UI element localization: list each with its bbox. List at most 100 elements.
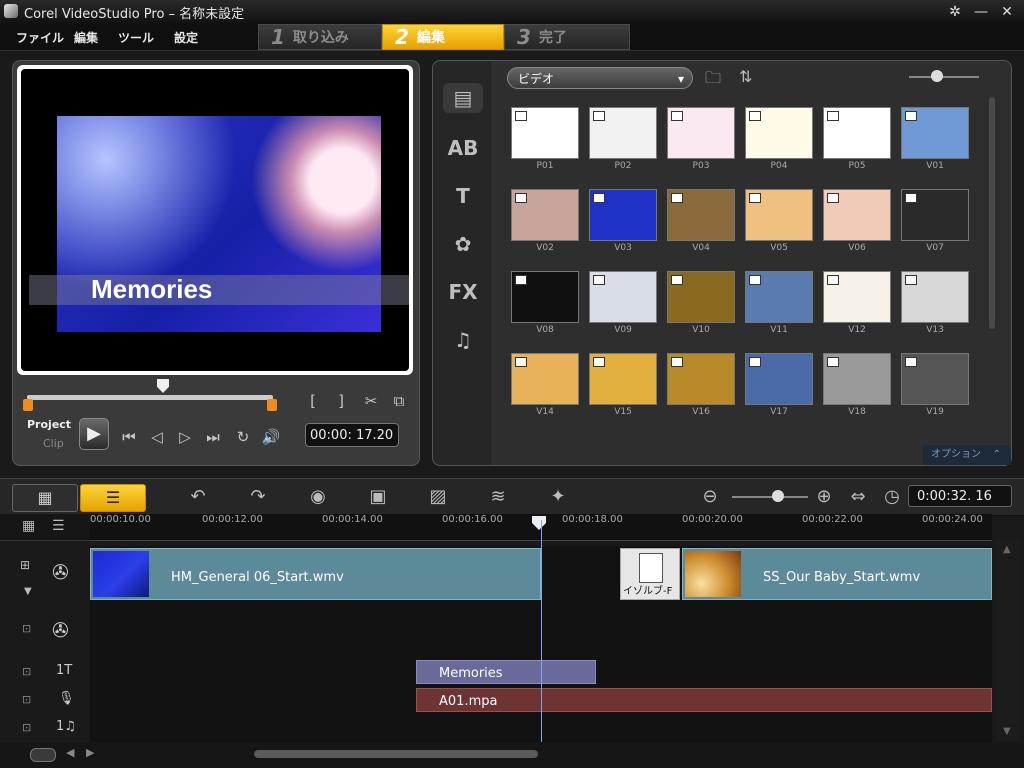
volume-icon[interactable]: 🔊 [261, 427, 281, 447]
mode-clip[interactable]: Clip [43, 437, 64, 450]
video-clip[interactable]: HM_General 06_Start.wmv [90, 548, 541, 600]
fit-project-icon[interactable]: ⇔ [844, 485, 872, 509]
timeline-horizontal-scrollbar[interactable] [254, 750, 538, 758]
library-thumbnail[interactable] [823, 353, 891, 405]
scissors-icon[interactable]: ✂ [361, 391, 381, 411]
storyboard-view-button[interactable]: ▦ [12, 484, 78, 512]
track-lock-icon[interactable]: ⊞ [20, 558, 30, 572]
library-thumbnail[interactable] [901, 189, 969, 241]
library-thumbnail[interactable] [745, 353, 813, 405]
library-thumbnail[interactable] [823, 189, 891, 241]
library-thumbnail[interactable] [745, 271, 813, 323]
record-capture-icon[interactable]: ◉ [304, 485, 332, 509]
smart-proxy-icon[interactable]: ▣ [364, 485, 392, 509]
thumb-size-slider[interactable] [909, 76, 979, 78]
zoom-slider-handle[interactable] [772, 490, 784, 502]
mix-icon[interactable]: ▨ [424, 485, 452, 509]
library-thumbnail[interactable] [667, 107, 735, 159]
mark-in-button[interactable]: [ [303, 391, 323, 411]
audio-icon[interactable]: ♫ [443, 325, 483, 355]
media-library-icon[interactable]: ▤ [443, 83, 483, 113]
zoom-in-icon[interactable]: ⊕ [810, 485, 838, 509]
mark-out-button[interactable]: ] [331, 391, 351, 411]
prev-frame-icon[interactable]: ◁ [147, 427, 167, 447]
track-lock-icon[interactable]: ⊡ [22, 665, 31, 678]
trim-end-marker[interactable] [267, 399, 277, 411]
library-thumbnail[interactable] [589, 189, 657, 241]
next-frame-icon[interactable]: ▷ [175, 427, 195, 447]
go-end-icon[interactable]: ⏭ [203, 427, 223, 447]
go-start-icon[interactable]: ⏮ [119, 427, 139, 447]
scroll-up-icon[interactable]: ▲ [1003, 544, 1011, 555]
transition-icon[interactable]: AB [443, 133, 483, 163]
scrubber-bar[interactable] [27, 395, 273, 400]
chevron-down-icon[interactable]: ▼ [24, 586, 32, 597]
library-thumbnail[interactable] [667, 189, 735, 241]
preview-screen[interactable]: Memories [21, 69, 409, 371]
minimize-button[interactable]: — [970, 2, 992, 22]
settings-icon[interactable]: ✲ [944, 2, 966, 22]
chapter-list-icon[interactable]: ☰ [52, 518, 65, 534]
auto-music-icon[interactable]: ✦ [544, 485, 572, 509]
options-button[interactable]: オプション ⌃ [923, 445, 1011, 465]
library-thumbnail[interactable] [511, 107, 579, 159]
library-thumbnail[interactable] [511, 189, 579, 241]
timecode-field[interactable]: 00:00: 17.20 [305, 423, 399, 447]
library-thumbnail[interactable] [745, 107, 813, 159]
title-clip[interactable]: Memories [416, 660, 596, 684]
import-folder-icon[interactable]: 🗀 [705, 67, 727, 89]
library-thumbnail[interactable] [823, 271, 891, 323]
undo-icon[interactable]: ↶ [184, 485, 212, 509]
library-thumbnail[interactable] [901, 107, 969, 159]
library-thumbnail[interactable] [589, 353, 657, 405]
menu-file[interactable]: ファイル [16, 29, 64, 46]
library-thumbnail[interactable] [589, 271, 657, 323]
zoom-out-icon[interactable]: ⊖ [696, 485, 724, 509]
scroll-right-icon[interactable]: ▶ [86, 746, 94, 759]
track-lock-icon[interactable]: ⊡ [22, 622, 31, 635]
play-button[interactable]: ▶ [79, 418, 109, 450]
library-thumbnail[interactable] [589, 107, 657, 159]
library-thumbnail[interactable] [901, 271, 969, 323]
library-category-select[interactable]: ビデオ ▾ [507, 67, 693, 89]
transition-clip[interactable]: イゾルブ-F [620, 548, 680, 600]
menu-settings[interactable]: 設定 [174, 29, 198, 46]
library-thumbnail[interactable] [745, 189, 813, 241]
audio-wave-icon[interactable]: ≋ [484, 485, 512, 509]
enlarge-icon[interactable]: ⧉ [389, 391, 409, 411]
library-thumbnail[interactable] [511, 353, 579, 405]
close-button[interactable]: ✕ [996, 2, 1018, 22]
tab-capture[interactable]: 1 取り込み [258, 24, 382, 50]
track-manager-icon[interactable]: ▦ [22, 518, 35, 534]
menu-edit[interactable]: 編集 [74, 29, 98, 46]
mode-project[interactable]: Project [27, 418, 71, 431]
timeline-view-button[interactable]: ☰ [80, 484, 146, 512]
video-clip[interactable]: SS_Our Baby_Start.wmv [682, 548, 992, 600]
library-scrollbar[interactable] [989, 97, 995, 329]
library-thumbnail[interactable] [823, 107, 891, 159]
track-lock-icon[interactable]: ⊡ [22, 721, 31, 734]
zoom-slider[interactable] [732, 496, 808, 498]
audio-clip[interactable]: A01.mpa [416, 688, 992, 712]
thumb-size-slider-handle[interactable] [931, 70, 943, 82]
timeline-vertical-scrollbar[interactable]: ▲ ▼ [996, 540, 1020, 740]
library-thumbnail[interactable] [667, 353, 735, 405]
redo-icon[interactable]: ↷ [244, 485, 272, 509]
sort-icon[interactable]: ⇅ [739, 67, 761, 89]
trim-start-marker[interactable] [23, 399, 33, 411]
library-thumbnail[interactable] [667, 271, 735, 323]
title-icon[interactable]: T [443, 181, 483, 211]
filter-fx-icon[interactable]: FX [443, 277, 483, 307]
track-lock-icon[interactable]: ⊡ [22, 693, 31, 706]
menu-tools[interactable]: ツール [118, 29, 154, 46]
tab-edit[interactable]: 2 編集 [382, 24, 504, 50]
scroll-down-icon[interactable]: ▼ [1003, 726, 1011, 737]
scrubber-handle[interactable] [157, 379, 169, 393]
library-thumbnail[interactable] [511, 271, 579, 323]
scroll-left-icon[interactable]: ◀ [66, 746, 74, 759]
graphics-icon[interactable]: ✿ [443, 229, 483, 259]
library-thumbnail[interactable] [901, 353, 969, 405]
add-track-button[interactable] [30, 748, 56, 762]
repeat-icon[interactable]: ↻ [233, 427, 253, 447]
tab-share[interactable]: 3 完了 [504, 24, 630, 50]
